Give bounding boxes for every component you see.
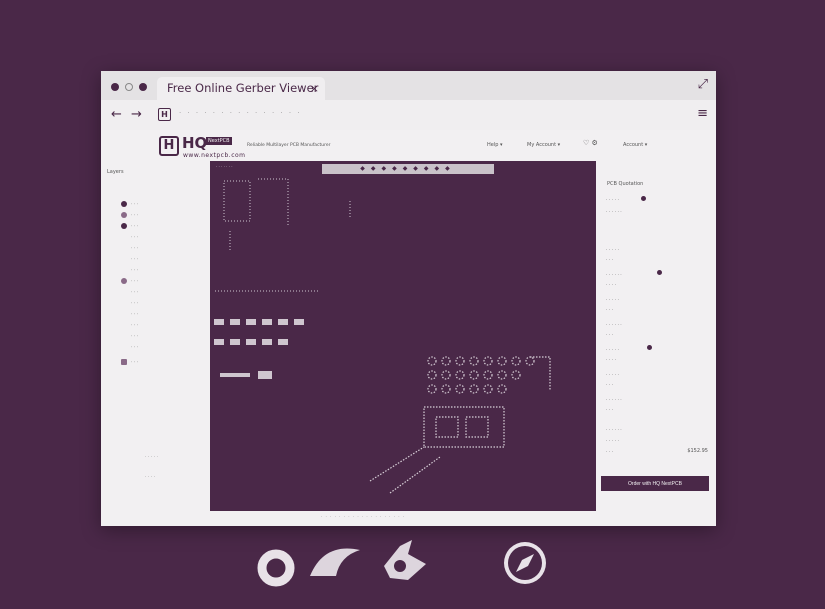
side-note: · · · · <box>145 475 156 480</box>
safari-icon[interactable] <box>502 540 548 586</box>
layer-item[interactable]: · · · <box>121 256 138 264</box>
logo-icon[interactable]: H <box>159 136 179 156</box>
quote-option-value: · · · <box>606 383 614 388</box>
tab-title: Free Online Gerber Viewer <box>167 81 319 95</box>
my-account-menu[interactable]: My Account ▾ <box>527 142 560 148</box>
quote-line-label: · · · · · <box>606 439 619 444</box>
layer-item[interactable]: · · · <box>121 311 138 319</box>
info-icon <box>641 196 646 201</box>
dock-app-icon[interactable] <box>256 546 300 596</box>
site-favicon-icon: H <box>158 108 171 121</box>
quote-option-label[interactable]: · · · · · <box>606 373 619 378</box>
quote-option-label[interactable]: · · · · · <box>606 198 619 203</box>
quote-title: PCB Quotation <box>607 181 644 187</box>
browser-window: Free Online Gerber Viewer × ⤢ ← → H · · … <box>101 71 716 526</box>
tab-close-icon[interactable]: × <box>310 77 319 100</box>
layer-color-icon <box>121 212 127 218</box>
layer-color-icon <box>121 223 127 229</box>
quote-option-label[interactable]: · · · · · · <box>606 323 622 328</box>
page-content: H HQ NextPCB www.nextpcb.com Reliable Mu… <box>101 130 716 526</box>
layer-color-icon <box>121 267 127 273</box>
browser-toolbar: ← → H · · · · · · · · · · · · · · · ≡ <box>101 100 716 131</box>
side-note: · · · · · <box>145 455 158 460</box>
quote-total-value: $152.95 <box>687 448 708 454</box>
layer-color-icon <box>121 322 127 328</box>
forward-icon[interactable]: → <box>131 107 142 122</box>
order-button[interactable]: Order with HQ NextPCB <box>601 476 709 491</box>
logo-badge: NextPCB <box>206 137 232 145</box>
status-bar: · · · · · · · · · · · · · · · · · · · <box>321 514 406 519</box>
dock-app-icon[interactable] <box>306 540 366 580</box>
layer-item[interactable]: · · · <box>121 212 138 220</box>
layer-color-icon <box>121 289 127 295</box>
layer-color-icon <box>121 201 127 207</box>
layer-item[interactable]: · · · <box>121 278 138 286</box>
quote-option-value: · · · <box>606 258 614 263</box>
quote-option-value: · · · <box>606 408 614 413</box>
quote-option-label[interactable]: · · · · · <box>606 298 619 303</box>
quote-option-label[interactable]: · · · · · <box>606 348 619 353</box>
layer-color-icon <box>121 245 127 251</box>
back-icon[interactable]: ← <box>111 107 122 122</box>
quote-line-label: · · · · · · <box>606 428 622 433</box>
address-bar[interactable]: · · · · · · · · · · · · · · · <box>179 109 479 119</box>
layer-item[interactable]: · · · <box>121 234 138 242</box>
layer-color-icon <box>121 311 127 317</box>
dock-app-icon[interactable] <box>378 536 432 586</box>
layer-item[interactable]: · · · <box>121 359 138 367</box>
account-menu[interactable]: Account ▾ <box>623 142 647 148</box>
logo-url: www.nextpcb.com <box>183 152 246 159</box>
pcb-render <box>214 178 551 494</box>
close-window-icon[interactable] <box>111 83 119 91</box>
viewer-toolbar[interactable]: ◆◆◆◆◆◆◆◆◆ <box>322 164 494 174</box>
info-icon <box>647 345 652 350</box>
quote-option-value: · · · <box>606 308 614 313</box>
layer-item[interactable]: · · · <box>121 322 138 330</box>
layer-item[interactable]: · · · <box>121 344 138 352</box>
layers-title: Layers <box>107 169 124 175</box>
maximize-window-icon[interactable] <box>139 83 147 91</box>
layer-color-icon <box>121 344 127 350</box>
layer-color-icon <box>121 278 127 284</box>
viewer-label: · · · · · · · <box>216 164 233 169</box>
layer-color-icon <box>121 234 127 240</box>
layer-item[interactable]: · · · <box>121 245 138 253</box>
layer-item[interactable]: · · · <box>121 333 138 341</box>
quote-option-value: · · · · <box>606 358 617 363</box>
layer-color-icon <box>121 256 127 262</box>
quote-option-label[interactable]: · · · · · · <box>606 398 622 403</box>
layer-color-icon <box>121 300 127 306</box>
quote-option-value: · · · · · · <box>606 210 622 215</box>
quote-option-label[interactable]: · · · · · <box>606 248 619 253</box>
tab-bar: Free Online Gerber Viewer × ⤢ <box>101 71 716 100</box>
layer-color-icon <box>121 359 127 365</box>
logo-tagline: Reliable Multilayer PCB Manufacturer <box>247 143 331 148</box>
fullscreen-icon[interactable]: ⤢ <box>698 77 708 92</box>
help-menu[interactable]: Help ▾ <box>487 142 503 148</box>
tab-gerber-viewer[interactable]: Free Online Gerber Viewer × <box>157 77 325 100</box>
layer-item[interactable]: · · · <box>121 289 138 297</box>
layer-item[interactable]: · · · <box>121 223 138 231</box>
quote-option-value: · · · · <box>606 283 617 288</box>
minimize-window-icon[interactable] <box>125 83 133 91</box>
browser-menu-icon[interactable]: ≡ <box>697 106 708 121</box>
info-icon <box>657 270 662 275</box>
gerber-viewer-canvas[interactable]: · · · · · · · ◆◆◆◆◆◆◆◆◆ <box>210 161 596 511</box>
quote-total-label: · · · <box>606 450 614 455</box>
layer-item[interactable]: · · · <box>121 300 138 308</box>
layer-item[interactable]: · · · <box>121 267 138 275</box>
layer-item[interactable]: · · · <box>121 201 138 209</box>
quote-option-value: · · · <box>606 333 614 338</box>
cart-icon[interactable]: ♡ ⚙ <box>583 139 598 147</box>
layer-color-icon <box>121 333 127 339</box>
quote-option-label[interactable]: · · · · · · <box>606 273 622 278</box>
logo-text: HQ <box>182 134 208 152</box>
